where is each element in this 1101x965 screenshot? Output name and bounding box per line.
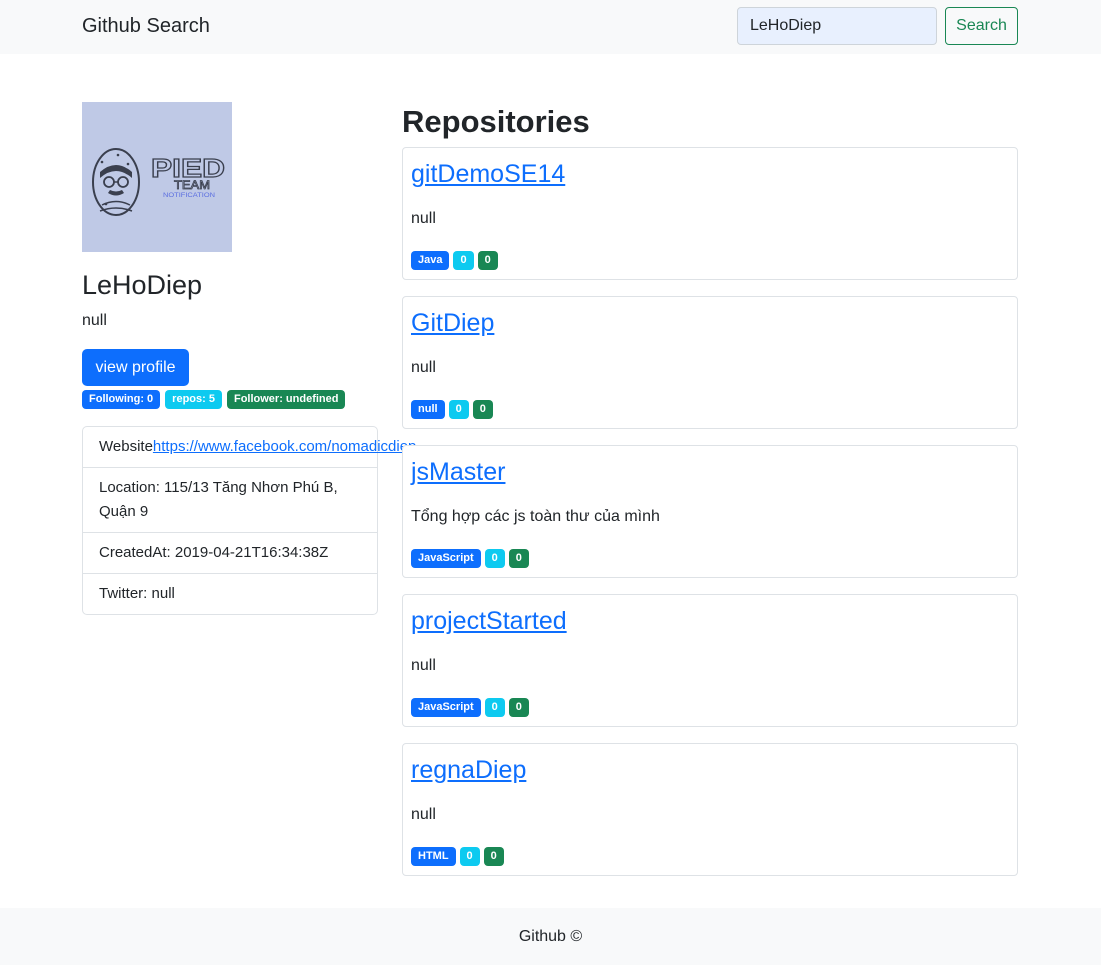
footer: Github ©: [0, 908, 1101, 965]
footer-text: Github ©: [518, 928, 583, 945]
language-badge: JavaScript: [411, 698, 481, 717]
search-input[interactable]: [737, 7, 937, 45]
repos-badge: repos: 5: [165, 390, 222, 409]
forks-badge: 0: [508, 549, 529, 568]
website-label: Website: [99, 438, 153, 455]
stars-badge: 0: [484, 698, 505, 717]
repo-description: null: [411, 359, 436, 376]
repo-card: jsMaster Tổng hợp các js toàn thư của mì…: [402, 445, 1018, 578]
created-at-item: CreatedAt: 2019-04-21T16:34:38Z: [83, 532, 377, 573]
repo-link[interactable]: jsMaster: [411, 458, 505, 487]
repo-badges: JavaScript 0 0: [411, 549, 529, 568]
repo-badges: HTML 0 0: [411, 847, 504, 866]
user-info-list: Websitehttps://www.facebook.com/nomadicd…: [82, 426, 416, 615]
pied-team-logo: PIED TEAM NOTIFICATION: [92, 148, 226, 216]
user-name: LeHoDiep: [82, 270, 203, 300]
website-item: Websitehttps://www.facebook.com/nomadicd…: [83, 427, 416, 467]
twitter-item: Twitter: null: [83, 573, 377, 614]
svg-text:TEAM: TEAM: [174, 178, 210, 192]
repo-card: gitDemoSE14 null Java 0 0: [402, 147, 1018, 280]
repo-link[interactable]: GitDiep: [411, 309, 494, 338]
language-badge: null: [411, 400, 445, 419]
repo-description: null: [411, 806, 436, 823]
stars-badge: 0: [453, 251, 474, 270]
search-button[interactable]: Search: [945, 7, 1018, 45]
repo-card: projectStarted null JavaScript 0 0: [402, 594, 1018, 727]
repo-badges: null 0 0: [411, 400, 493, 419]
website-link[interactable]: https://www.facebook.com/nomadicdiep: [153, 438, 416, 455]
forks-badge: 0: [508, 698, 529, 717]
repo-description: Tổng hợp các js toàn thư của mình: [411, 508, 660, 525]
repo-badges: JavaScript 0 0: [411, 698, 529, 717]
svg-text:NOTIFICATION: NOTIFICATION: [163, 193, 215, 199]
location-item: Location: 115/13 Tăng Nhơn Phú B, Quận 9: [83, 467, 377, 532]
repo-description: null: [411, 657, 436, 674]
user-stats: Following: 0 repos: 5 Follower: undefine…: [82, 390, 346, 409]
following-badge: Following: 0: [82, 390, 161, 409]
repo-description: null: [411, 210, 436, 227]
stars-badge: 0: [484, 549, 505, 568]
repo-link[interactable]: projectStarted: [411, 607, 567, 636]
forks-badge: 0: [483, 847, 504, 866]
repo-card: GitDiep null null 0 0: [402, 296, 1018, 429]
followers-badge: Follower: undefined: [226, 390, 346, 409]
navbar-brand[interactable]: Github Search: [82, 15, 210, 38]
user-bio: null: [82, 312, 107, 329]
language-badge: JavaScript: [411, 549, 481, 568]
language-badge: HTML: [411, 847, 456, 866]
avatar: PIED TEAM NOTIFICATION: [82, 102, 232, 252]
repo-link[interactable]: gitDemoSE14: [411, 160, 565, 189]
forks-badge: 0: [472, 400, 493, 419]
stars-badge: 0: [459, 847, 480, 866]
repo-link[interactable]: regnaDiep: [411, 756, 526, 785]
language-badge: Java: [411, 251, 450, 270]
repositories-title: Repositories: [402, 104, 590, 139]
stars-badge: 0: [448, 400, 469, 419]
repo-badges: Java 0 0: [411, 251, 498, 270]
repo-card: regnaDiep null HTML 0 0: [402, 743, 1018, 876]
navbar: Github Search Search: [0, 0, 1101, 54]
forks-badge: 0: [477, 251, 498, 270]
view-profile-button[interactable]: view profile: [82, 349, 189, 386]
